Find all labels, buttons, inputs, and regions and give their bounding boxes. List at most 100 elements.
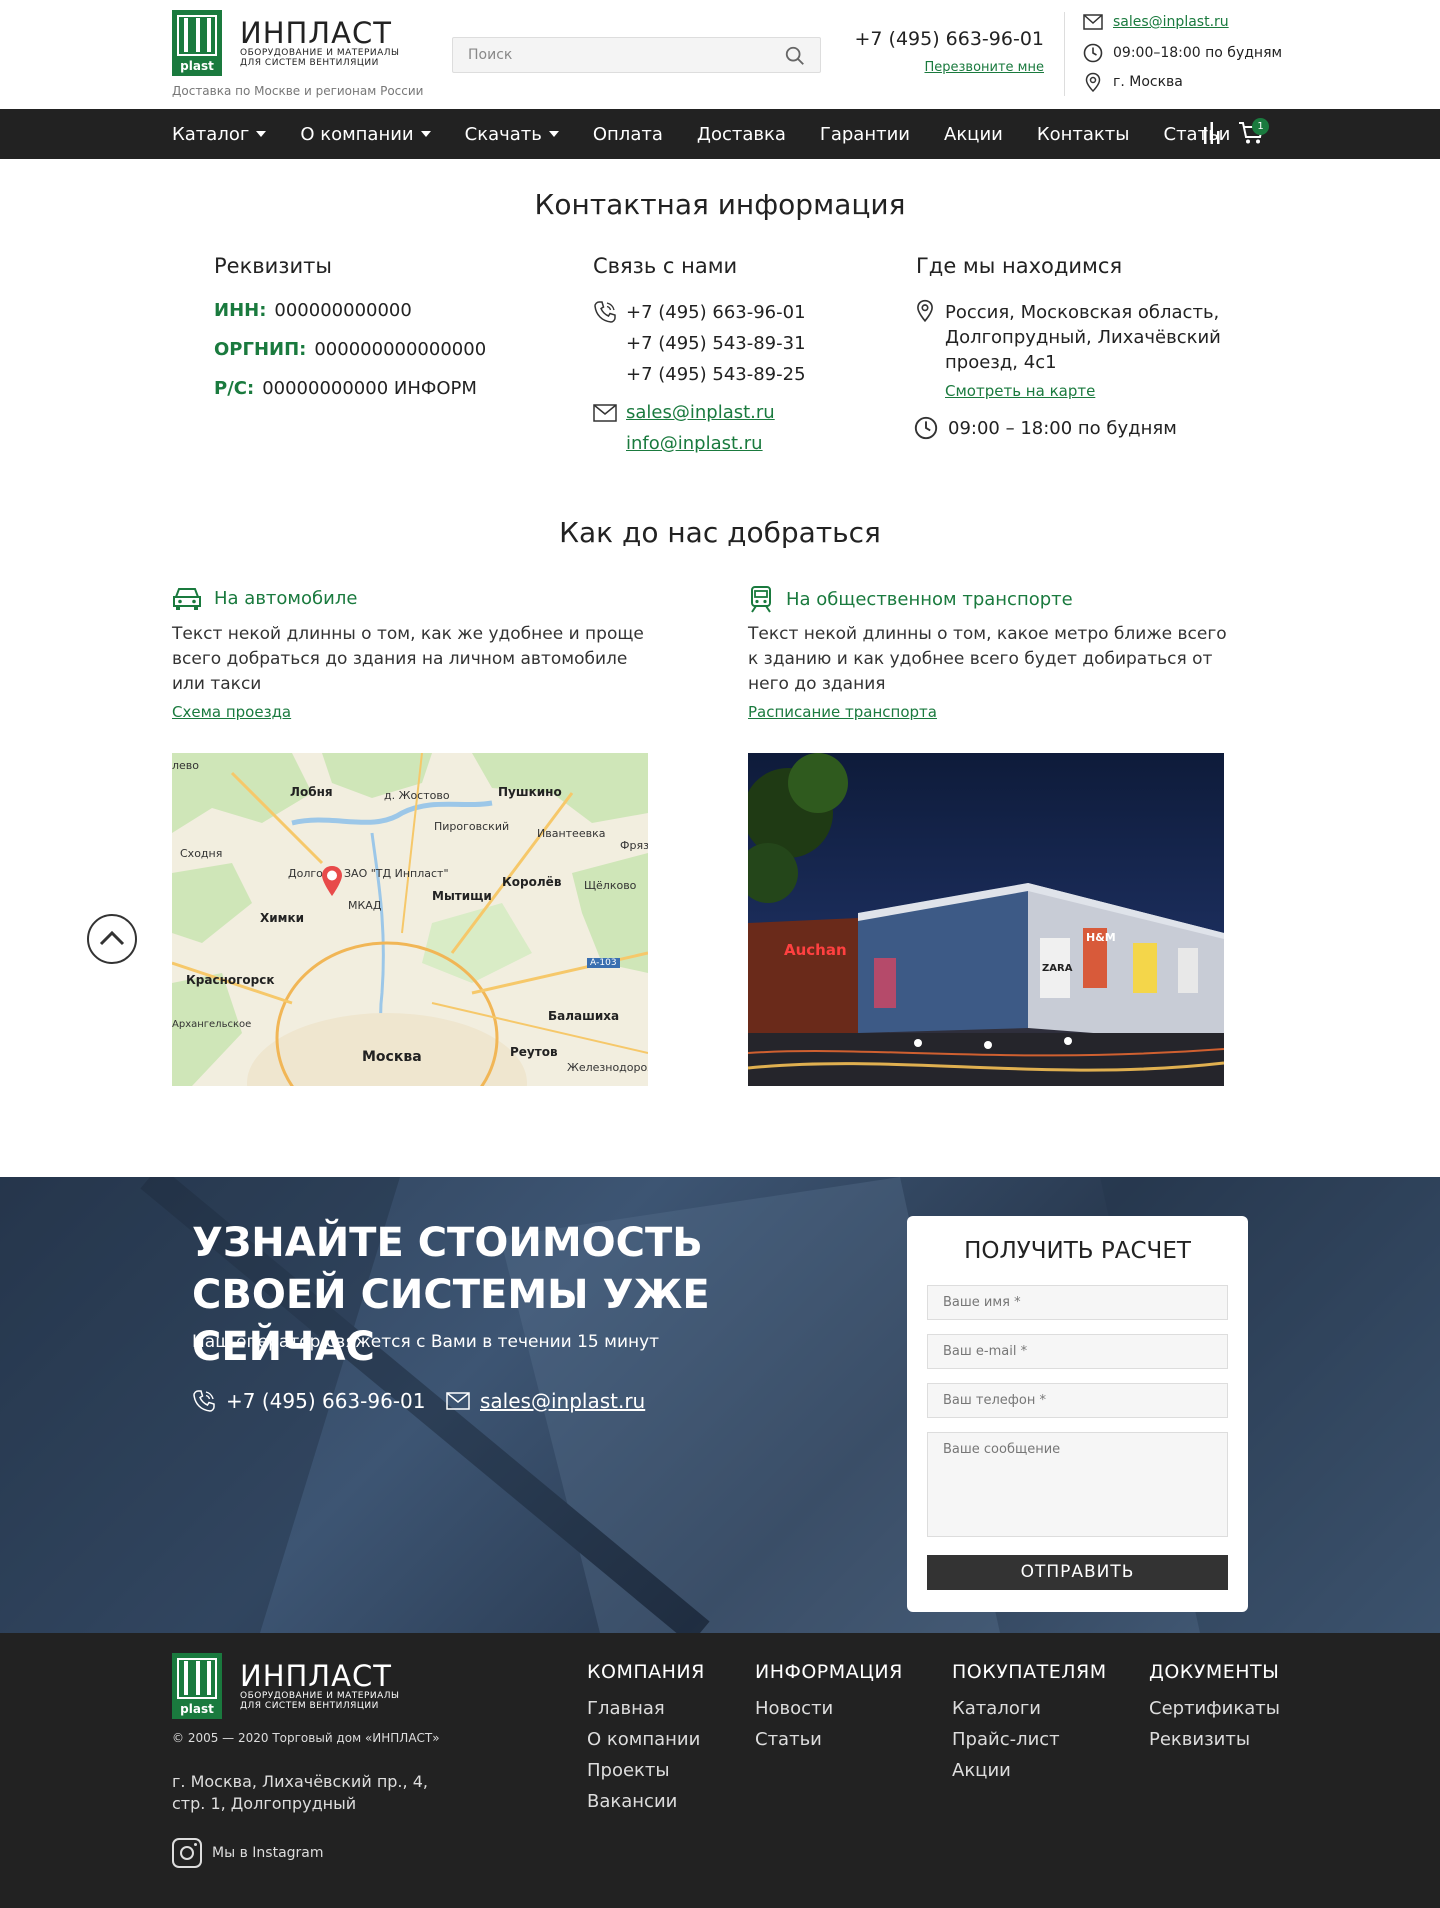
nav-item-catalog[interactable]: Каталог (172, 124, 267, 145)
ogrnip-row: ОРГНИП: 000000000000000 (214, 339, 487, 360)
compare-icon[interactable] (1203, 121, 1221, 145)
map-marker-icon[interactable] (320, 865, 344, 897)
map-label-zhostovo: д. Жостово (384, 789, 450, 802)
map-label-lobnya: Лобня (290, 785, 333, 799)
header-logo[interactable]: plast ИНПЛАСТ Оборудование и материалы д… (172, 10, 399, 76)
footer-link-projects[interactable]: Проекты (587, 1755, 705, 1786)
office-hours: 09:00 – 18:00 по будням (948, 418, 1177, 439)
nav-item-payment[interactable]: Оплата (593, 124, 663, 145)
train-icon (751, 586, 771, 613)
cta-phone[interactable]: +7 (495) 663-96-01 (192, 1389, 425, 1413)
footer-link-promotions[interactable]: Акции (952, 1755, 1107, 1786)
driving-scheme-link[interactable]: Схема проезда (172, 703, 291, 721)
cta-email[interactable]: sales@inplast.ru (446, 1389, 645, 1413)
location-pin-icon (1085, 72, 1101, 92)
contact-phone-1[interactable]: +7 (495) 663-96-01 (626, 302, 806, 323)
email-field[interactable]: Ваш e-mail * (927, 1334, 1228, 1369)
requisites-title: Реквизиты (214, 254, 332, 278)
header-email-row[interactable]: sales@inplast.ru (1083, 14, 1229, 30)
car-route-title: На автомобиле (214, 587, 358, 609)
phone-field[interactable]: Ваш телефон * (927, 1383, 1228, 1418)
footer-link-certificates[interactable]: Сертификаты (1149, 1693, 1280, 1724)
footer-link-vacancies[interactable]: Вакансии (587, 1786, 705, 1817)
search-box[interactable] (452, 37, 821, 73)
nav-item-download[interactable]: Скачать (465, 124, 559, 145)
mail-icon (446, 1392, 470, 1410)
header-phone[interactable]: +7 (495) 663-96-01 (854, 28, 1044, 50)
transit-route-heading: На общественном транспорте (748, 585, 1073, 613)
clock-icon (914, 416, 938, 440)
logo-badge-text: plast (180, 59, 214, 73)
sign-hm: H&M (1086, 931, 1116, 944)
instagram-label[interactable]: Мы в Instagram (212, 1845, 324, 1861)
search-input[interactable] (453, 38, 763, 72)
nav-item-contacts[interactable]: Контакты (1037, 124, 1130, 145)
footer-link-requisites[interactable]: Реквизиты (1149, 1724, 1280, 1755)
location-map[interactable]: лево Лобня д. Жостово Пушкино Пироговски… (172, 753, 648, 1086)
search-icon[interactable] (784, 45, 806, 67)
instagram-icon (172, 1838, 202, 1868)
map-label-balashikha: Балашиха (548, 1009, 620, 1023)
address-line-3: проезд, 4с1 (945, 352, 1057, 373)
map-label-pirogovsky: Пироговский (434, 820, 510, 833)
instagram-link[interactable]: Мы в Instagram (172, 1838, 324, 1868)
nav-item-delivery[interactable]: Доставка (697, 124, 786, 145)
map-label-a103: А-103 (587, 958, 620, 968)
building-photo: Auchan H&M ZARA (748, 753, 1224, 1086)
contact-phone-3[interactable]: +7 (495) 543-89-25 (626, 364, 806, 385)
callback-link[interactable]: Перезвоните мне (924, 60, 1044, 75)
footer-logo[interactable]: plast ИНПЛАСТ Оборудование и материалы д… (172, 1653, 399, 1719)
logo-sub-1: Оборудование и материалы (240, 1691, 400, 1701)
logo-name: ИНПЛАСТ (240, 16, 392, 50)
rs-row: Р/С: 00000000000 ИНФОРМ (214, 378, 477, 399)
logo-sub-2: для систем вентиляции (240, 58, 379, 68)
chevron-up-icon (99, 930, 125, 946)
copyright: © 2005 — 2020 Торговый дом «ИНПЛАСТ» (172, 1731, 440, 1745)
map-label-schelkovo: Щёлково (584, 879, 637, 892)
quote-form: ПОЛУЧИТЬ РАСЧЕТ Ваше имя * Ваш e-mail * … (907, 1216, 1248, 1612)
cta-phone-text[interactable]: +7 (495) 663-96-01 (226, 1389, 425, 1413)
footer-col-buyers: ПОКУПАТЕЛЯМ Каталоги Прайс-лист Акции (952, 1661, 1107, 1786)
footer-link-articles[interactable]: Статьи (755, 1724, 903, 1755)
scroll-top-button[interactable] (87, 914, 137, 964)
caret-down-icon (256, 131, 267, 137)
submit-button[interactable]: ОТПРАВИТЬ (927, 1555, 1228, 1590)
message-field[interactable]: Ваше сообщение (927, 1432, 1228, 1537)
transit-schedule-link[interactable]: Расписание транспорта (748, 703, 937, 721)
logo-sub-1: Оборудование и материалы (240, 48, 400, 58)
view-map-link[interactable]: Смотреть на карте (945, 382, 1095, 400)
footer-col-info: ИНФОРМАЦИЯ Новости Статьи (755, 1661, 903, 1755)
location-title: Где мы находимся (916, 254, 1123, 278)
nav-item-about[interactable]: О компании (300, 124, 431, 145)
footer-col-docs: ДОКУМЕНТЫ Сертификаты Реквизиты (1149, 1661, 1280, 1755)
phone-icon (594, 301, 616, 323)
footer-link-home[interactable]: Главная (587, 1693, 705, 1724)
footer-link-pricelist[interactable]: Прайс-лист (952, 1724, 1107, 1755)
map-label-moskva: Москва (362, 1049, 422, 1065)
map-label-mytischi: Мытищи (432, 889, 492, 903)
caret-down-icon (420, 131, 431, 137)
form-title: ПОЛУЧИТЬ РАСЧЕТ (964, 1238, 1191, 1264)
map-label-pushkino: Пушкино (498, 785, 562, 799)
header-divider (1064, 12, 1065, 96)
footer-link-news[interactable]: Новости (755, 1693, 903, 1724)
name-field[interactable]: Ваше имя * (927, 1285, 1228, 1320)
footer-link-catalogs[interactable]: Каталоги (952, 1693, 1107, 1724)
car-route-heading: На автомобиле (172, 585, 357, 611)
contact-email-sales[interactable]: sales@inplast.ru (626, 402, 775, 423)
footer-link-about[interactable]: О компании (587, 1724, 705, 1755)
header-hours: 09:00–18:00 по будням (1113, 45, 1283, 61)
logo-mark: plast (172, 10, 222, 76)
contact-email-info[interactable]: info@inplast.ru (626, 433, 763, 454)
car-icon (173, 588, 201, 610)
logo-badge-text: plast (180, 1702, 214, 1716)
contact-phone-2[interactable]: +7 (495) 543-89-31 (626, 333, 806, 354)
header-email[interactable]: sales@inplast.ru (1113, 14, 1229, 30)
nav-item-promotions[interactable]: Акции (944, 124, 1003, 145)
nav-item-warranty[interactable]: Гарантии (820, 124, 910, 145)
mail-icon (593, 404, 617, 422)
cta-email-text[interactable]: sales@inplast.ru (480, 1389, 645, 1413)
footer-col-title: ИНФОРМАЦИЯ (755, 1661, 903, 1683)
map-label-korolev: Королёв (502, 875, 562, 889)
car-route-text: Текст некой длинны о том, как же удобнее… (172, 624, 644, 694)
